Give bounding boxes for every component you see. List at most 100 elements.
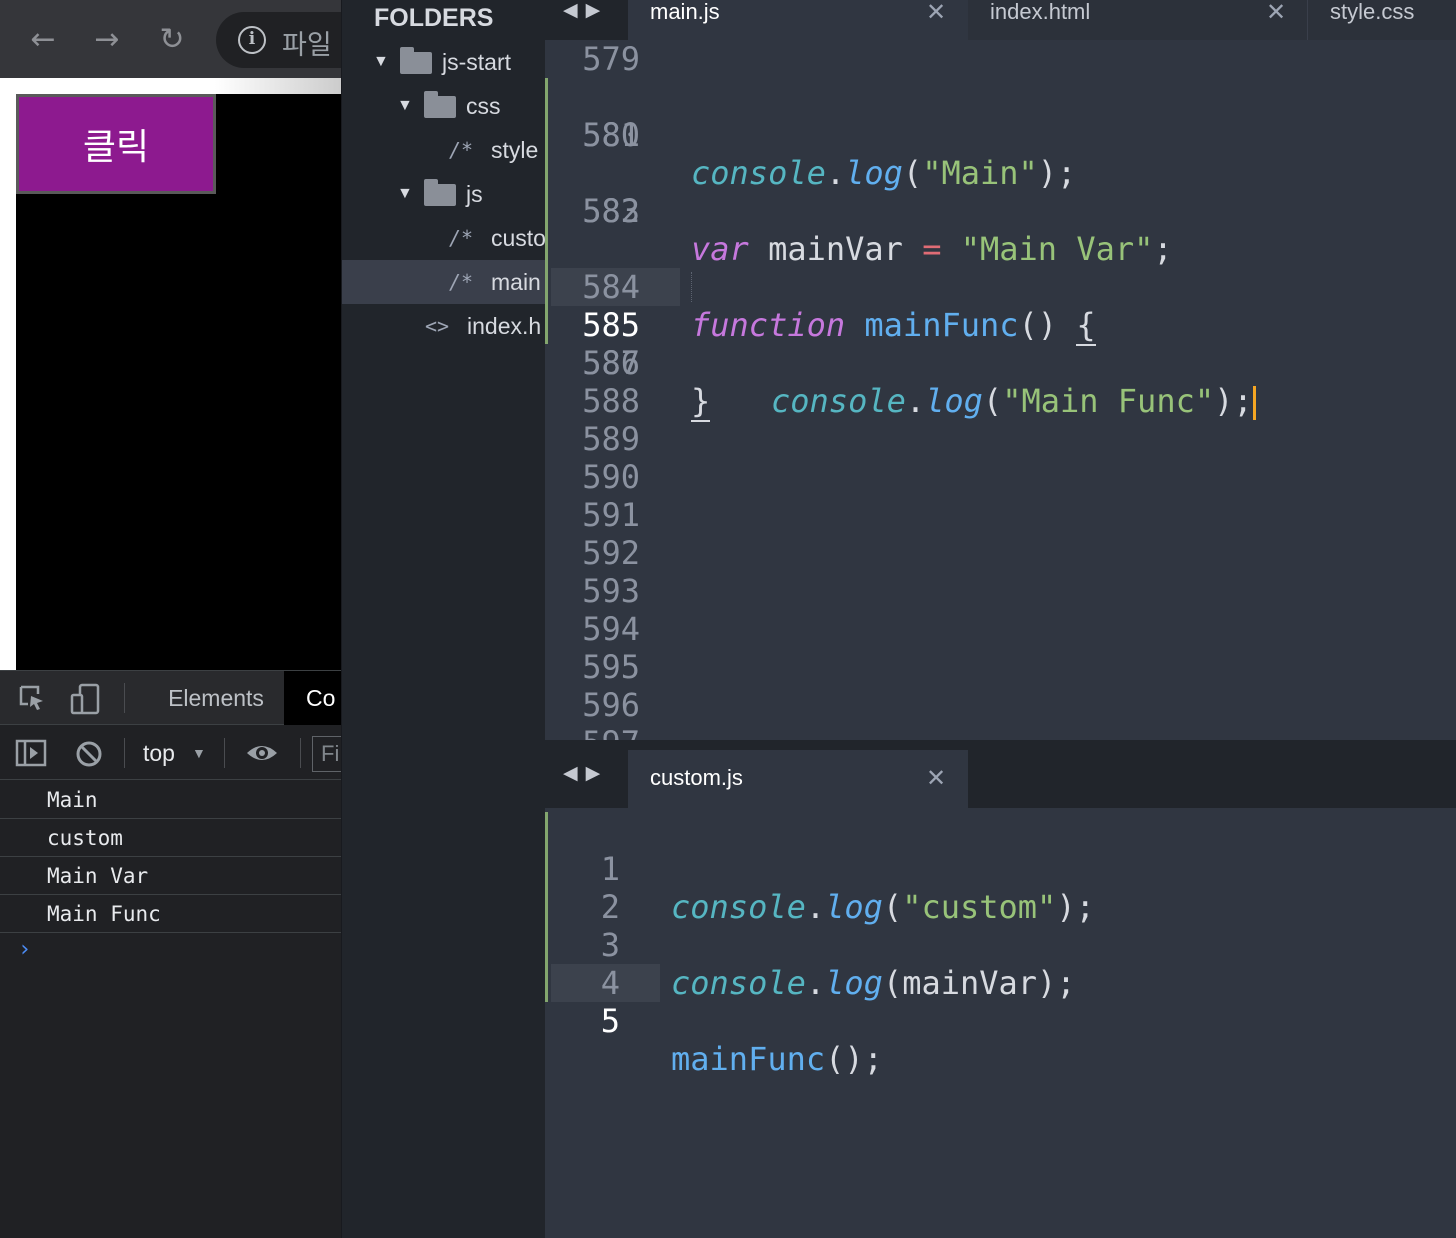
tree-file-custom[interactable]: /* custo xyxy=(342,216,545,260)
address-text: 파일 xyxy=(282,30,332,61)
tab-label: main.js xyxy=(650,0,720,24)
tab-console[interactable]: Co xyxy=(284,671,341,725)
code-line: 581 xyxy=(545,116,1456,154)
eye-icon[interactable] xyxy=(245,739,279,767)
code-line: 5 mainFunc(); xyxy=(545,964,1456,1078)
code-line: 586 } xyxy=(545,306,1456,422)
line-number: 587 xyxy=(582,344,640,382)
top-tabbar: ◀▶ main.js ✕ index.html ✕ style.css xyxy=(545,0,1456,40)
line-number: 592 xyxy=(582,534,640,572)
line-number: 590 xyxy=(582,458,640,496)
tab-nav-arrows-icon[interactable]: ◀▶ xyxy=(563,0,608,20)
tree-file-index[interactable]: <> index.h xyxy=(342,304,545,348)
tab-main-js[interactable]: main.js ✕ xyxy=(628,0,968,40)
html-file-icon: <> xyxy=(425,314,450,338)
collapse-arrow-icon[interactable]: ▼ xyxy=(397,172,413,216)
tree-folder-css[interactable]: ▼ css xyxy=(342,84,545,128)
console-toolbar: top ▼ Fi xyxy=(0,726,341,780)
code-line: 594 xyxy=(545,610,1456,648)
code-line: 589 xyxy=(545,420,1456,458)
forward-arrow-icon[interactable]: → xyxy=(85,18,129,62)
tree-folder-js[interactable]: ▼ js xyxy=(342,172,545,216)
line-number: 594 xyxy=(582,610,640,648)
clear-console-icon[interactable] xyxy=(74,739,104,769)
tree-folder-js-start[interactable]: ▼ js-start xyxy=(342,40,545,84)
code-line: 583 xyxy=(545,192,1456,230)
code-line: 592 xyxy=(545,534,1456,572)
folder-icon xyxy=(400,47,432,74)
toolbar-divider xyxy=(300,738,301,768)
line-number: 597 xyxy=(545,724,640,740)
tab-index-html[interactable]: index.html ✕ xyxy=(968,0,1308,40)
console-message: Main Func xyxy=(0,895,341,933)
filter-input[interactable]: Fi xyxy=(312,736,341,772)
console-message: Main Var xyxy=(0,857,341,895)
browser-toolbar: ← → ↻ i 파일 xyxy=(0,0,341,78)
js-file-icon: /* xyxy=(449,138,474,162)
code-line: 580 console.log("Main"); xyxy=(545,78,1456,192)
tab-style-css[interactable]: style.css xyxy=(1308,0,1456,40)
chevron-down-icon[interactable]: ▼ xyxy=(192,726,206,780)
console-output: Main custom Main Var Main Func xyxy=(0,781,341,933)
tree-label: js-start xyxy=(442,49,511,75)
tree-label: custo xyxy=(491,225,545,251)
inspect-element-icon[interactable] xyxy=(18,684,46,712)
code-line: 585 console.log("Main Func"); xyxy=(545,268,1456,420)
code-line: 2 xyxy=(545,850,1456,926)
main-js-code[interactable]: 579 580 console.log("Main"); 581 582 var… xyxy=(545,40,1456,740)
code-line: 596 xyxy=(545,686,1456,724)
device-toolbar-icon[interactable] xyxy=(70,683,102,715)
tree-file-style[interactable]: /* style xyxy=(342,128,545,172)
code-line: 4 xyxy=(545,926,1456,1002)
sidebar-toggle-icon[interactable] xyxy=(15,738,47,768)
page-top-strip xyxy=(215,78,341,94)
line-number: 588 xyxy=(582,382,640,420)
tab-nav-arrows-icon[interactable]: ◀▶ xyxy=(563,762,608,784)
bottom-tabbar: ◀▶ custom.js ✕ xyxy=(545,742,1456,808)
code-line: 584 function mainFunc() { xyxy=(545,230,1456,346)
tree-label: main xyxy=(491,269,541,295)
context-select[interactable]: top xyxy=(143,726,175,780)
tab-custom-js[interactable]: custom.js ✕ xyxy=(628,750,968,808)
toolbar-divider xyxy=(124,738,125,768)
close-icon[interactable]: ✕ xyxy=(926,0,946,32)
tab-label: style.css xyxy=(1330,0,1415,24)
address-bar[interactable]: i 파일 xyxy=(216,12,341,68)
toolbar-divider xyxy=(124,683,125,713)
code-line: 3 console.log(mainVar); xyxy=(545,888,1456,1002)
tree-label: style xyxy=(491,137,539,163)
close-icon[interactable]: ✕ xyxy=(926,750,946,806)
toolbar-divider xyxy=(224,738,225,768)
collapse-arrow-icon[interactable]: ▼ xyxy=(373,40,389,84)
folder-sidebar: FOLDERS ▼ js-start ▼ css /* style ▼ js /… xyxy=(341,0,545,1238)
code-line: 1 console.log("custom"); xyxy=(545,812,1456,926)
custom-js-code[interactable]: 1 console.log("custom"); 2 3 console.log… xyxy=(545,808,1456,1238)
line-number: 581 xyxy=(582,116,640,154)
info-icon[interactable]: i xyxy=(238,26,266,54)
collapse-arrow-icon[interactable]: ▼ xyxy=(397,84,413,128)
devtools-panel: Elements Co top ▼ Fi Main custom Main Va… xyxy=(0,670,341,1238)
click-button[interactable]: 클릭 xyxy=(16,94,216,194)
code-line: 587 xyxy=(545,344,1456,382)
tree-label: css xyxy=(466,93,501,119)
close-icon[interactable]: ✕ xyxy=(1266,0,1286,32)
js-file-icon: /* xyxy=(449,270,474,294)
line-number: 593 xyxy=(582,572,640,610)
console-message: custom xyxy=(0,819,341,857)
devtools-tabbar: Elements Co xyxy=(0,671,341,725)
back-arrow-icon[interactable]: ← xyxy=(21,18,65,62)
indent-guide xyxy=(691,272,692,302)
console-prompt-icon[interactable]: › xyxy=(18,937,31,962)
console-message: Main xyxy=(0,781,341,819)
tab-elements[interactable]: Elements xyxy=(148,671,284,725)
line-number: 589 xyxy=(582,420,640,458)
reload-icon[interactable]: ↻ xyxy=(150,18,194,62)
code-line: 591 xyxy=(545,496,1456,534)
code-line: 579 xyxy=(545,40,1456,78)
tab-label: custom.js xyxy=(650,765,743,790)
line-number: 579 xyxy=(582,40,640,78)
tree-file-main[interactable]: /* main xyxy=(342,260,545,304)
tree-label: index.h xyxy=(467,313,542,339)
code-line: 595 xyxy=(545,648,1456,686)
code-editor: ◀▶ main.js ✕ index.html ✕ style.css 579 … xyxy=(545,0,1456,1238)
